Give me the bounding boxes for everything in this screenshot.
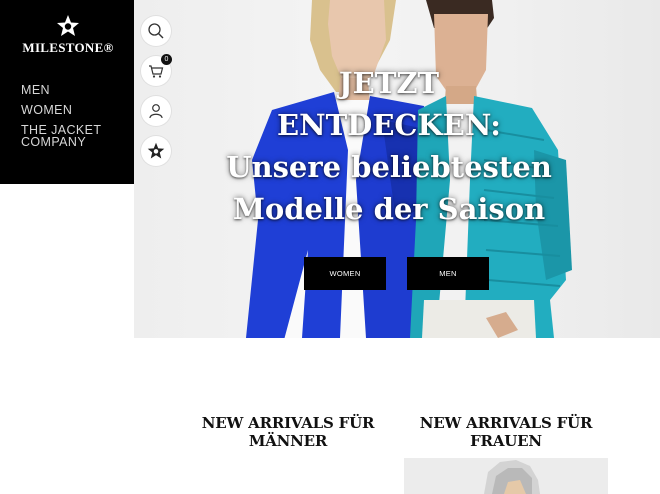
search-button[interactable] xyxy=(141,16,171,46)
product-photo xyxy=(404,458,608,494)
sidebar: MILESTONE® MEN WOMEN THE JACKET COMPANY xyxy=(0,0,134,184)
nav-item-label-line2: COMPANY xyxy=(21,135,87,149)
hero-headline: JETZT ENTDECKEN: Unsere beliebtesten Mod… xyxy=(226,66,552,226)
hero-women-button[interactable]: WOMEN xyxy=(304,257,386,290)
men-new-arrivals-title: NEW ARRIVALS FÜR MÄNNER xyxy=(201,414,375,450)
user-icon xyxy=(149,104,163,119)
search-icon xyxy=(148,23,164,39)
star-icon xyxy=(147,142,165,159)
hero-banner: JETZT ENTDECKEN: Unsere beliebtesten Mod… xyxy=(134,0,660,338)
cart-button[interactable]: 0 xyxy=(141,54,172,86)
man-trousers xyxy=(422,300,536,338)
account-button[interactable] xyxy=(141,96,171,126)
brand-logo[interactable]: MILESTONE® xyxy=(14,14,122,56)
nav-item-men[interactable]: MEN xyxy=(21,84,101,97)
cart-count-badge: 0 xyxy=(161,54,172,65)
main-nav: MEN WOMEN THE JACKET COMPANY xyxy=(21,84,101,156)
hero-men-button[interactable]: MEN xyxy=(407,257,489,290)
logo-star-icon xyxy=(57,15,79,36)
women-product-image[interactable] xyxy=(404,458,608,494)
cart-icon xyxy=(149,65,164,78)
nav-item-the-jacket-company[interactable]: THE JACKET COMPANY xyxy=(21,124,101,149)
brand-name: MILESTONE® xyxy=(22,40,114,55)
nav-item-women[interactable]: WOMEN xyxy=(21,104,101,117)
women-new-arrivals-title: NEW ARRIVALS FÜR FRAUEN xyxy=(419,414,593,450)
brand-star-button[interactable] xyxy=(141,136,171,166)
